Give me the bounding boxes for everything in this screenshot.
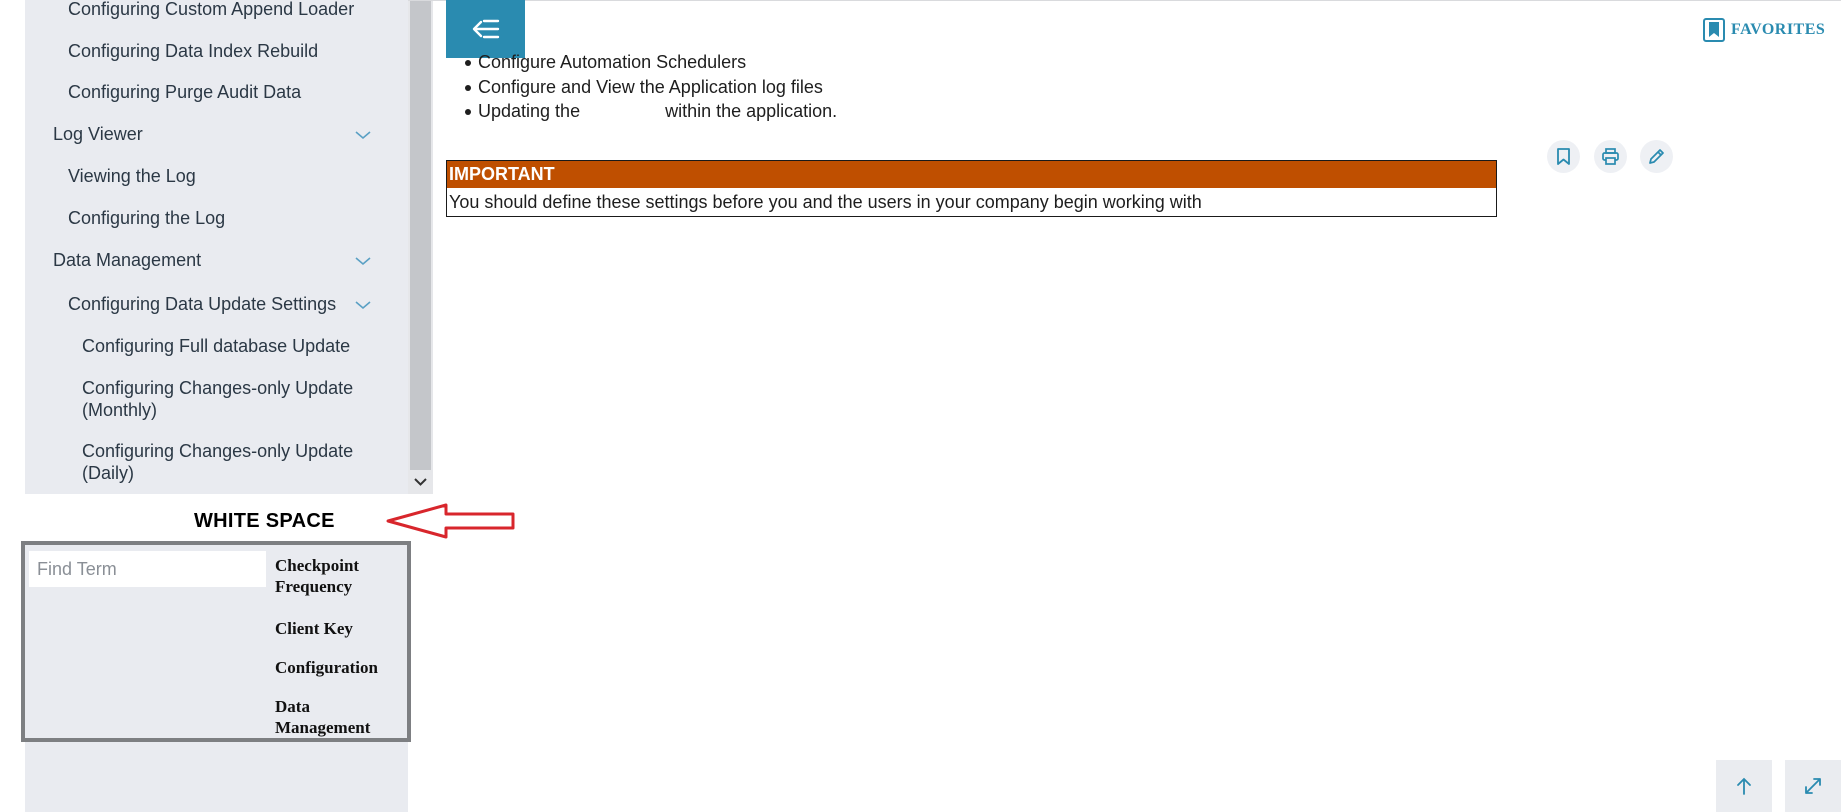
expand-button[interactable]: [1785, 760, 1841, 812]
important-notice: IMPORTANT You should define these settin…: [446, 160, 1497, 217]
edit-button[interactable]: [1640, 140, 1673, 173]
sidebar-nav: Configuring Custom Append Loader Configu…: [25, 0, 408, 494]
sidebar-item-configuring-the-log[interactable]: Configuring the Log: [68, 207, 225, 229]
print-button[interactable]: [1594, 140, 1627, 173]
redacted-term: [580, 103, 666, 122]
sidebar-item-changes-only-monthly[interactable]: Configuring Changes-only Update (Monthly…: [82, 377, 382, 421]
bookmark-icon: [1703, 18, 1725, 42]
white-space-annotation: WHITE SPACE: [194, 510, 335, 532]
sidebar-item-changes-only-daily[interactable]: Configuring Changes-only Update (Daily): [82, 440, 382, 484]
sidebar-item-data-update-settings[interactable]: Configuring Data Update Settings: [68, 293, 336, 315]
important-heading: IMPORTANT: [447, 161, 1496, 188]
sidebar: Configuring Custom Append Loader Configu…: [25, 0, 433, 494]
find-term-input[interactable]: [29, 551, 266, 587]
favorites-link[interactable]: FAVORITES: [1703, 18, 1825, 42]
favorites-label: FAVORITES: [1731, 21, 1826, 38]
sidebar-item-data-management[interactable]: Data Management: [53, 249, 201, 271]
collapse-menu-button[interactable]: [446, 0, 525, 58]
chevron-down-icon[interactable]: [355, 129, 371, 141]
sidebar-item-purge-audit-data[interactable]: Configuring Purge Audit Data: [68, 81, 301, 103]
arrow-up-icon: [1737, 777, 1751, 795]
scrollbar-thumb[interactable]: [410, 0, 431, 470]
sidebar-item-full-database-update[interactable]: Configuring Full database Update: [82, 335, 382, 357]
scroll-down-icon[interactable]: [412, 473, 429, 490]
glossary-term-checkpoint-frequency[interactable]: Checkpoint Frequency: [275, 555, 400, 597]
bookmark-button[interactable]: [1547, 140, 1580, 173]
bullet-item: Configure and View the Application log f…: [465, 77, 823, 97]
expand-icon: [1805, 778, 1821, 794]
bullet-item: Updating the within the application.: [464, 101, 838, 122]
glossary-term-configuration[interactable]: Configuration: [275, 657, 400, 678]
bullet-text-end: within the application.: [665, 101, 838, 121]
bullet-text-start: Updating the: [478, 101, 581, 121]
sidebar-item-data-index-rebuild[interactable]: Configuring Data Index Rebuild: [68, 40, 318, 62]
glossary-term-data-management[interactable]: Data Management: [275, 696, 400, 738]
print-icon: [1602, 148, 1619, 165]
glossary-panel: Checkpoint Frequency Client Key Configur…: [21, 541, 411, 742]
bookmark-icon: [1557, 148, 1570, 165]
sidebar-item-viewing-the-log[interactable]: Viewing the Log: [68, 165, 196, 187]
chevron-down-icon[interactable]: [355, 299, 371, 311]
red-arrow-icon: [386, 503, 515, 539]
sidebar-item-custom-append-loader[interactable]: Configuring Custom Append Loader: [68, 0, 354, 20]
edit-icon: [1649, 149, 1664, 164]
scroll-to-top-button[interactable]: [1716, 760, 1772, 812]
bullet-item: Configure Automation Schedulers: [464, 52, 747, 72]
chevron-down-icon[interactable]: [355, 255, 371, 267]
top-divider: [408, 0, 1841, 1]
sidebar-item-log-viewer[interactable]: Log Viewer: [53, 123, 143, 145]
sidebar-scrollbar[interactable]: [408, 0, 433, 494]
important-body: You should define these settings before …: [449, 192, 1202, 212]
collapse-menu-icon: [472, 19, 500, 39]
glossary-term-client-key[interactable]: Client Key: [275, 618, 400, 639]
